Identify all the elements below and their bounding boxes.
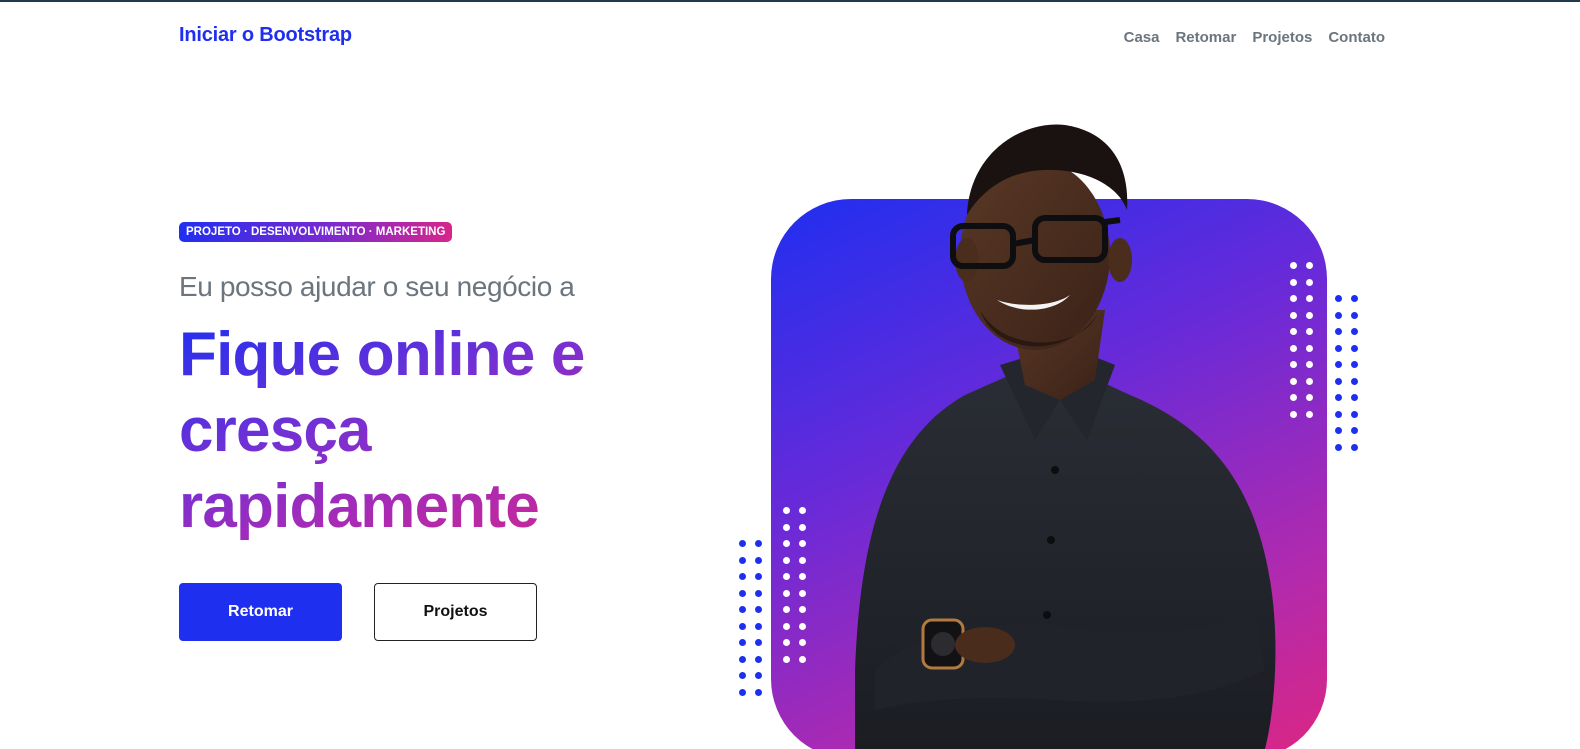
hero-buttons: Retomar Projetos [179,583,537,641]
brand-link[interactable]: Iniciar o Bootstrap [179,24,352,47]
retomar-button[interactable]: Retomar [179,583,342,641]
headline-line-2: cresça [179,396,371,465]
nav-links: Casa Retomar Projetos Contato [1124,29,1385,46]
nav-link-projetos[interactable]: Projetos [1252,29,1312,46]
headline-line-3: rapidamente [179,472,539,541]
nav-link-retomar[interactable]: Retomar [1175,29,1236,46]
hero-headline: Fique online e cresça rapidamente [179,317,639,545]
nav-link-contato[interactable]: Contato [1328,29,1385,46]
hero-subhead: Eu posso ajudar o seu negócio a [179,271,575,302]
navbar: Iniciar o Bootstrap Casa Retomar Projeto… [0,2,1580,72]
headline-line-1: Fique online e [179,320,585,389]
hero-badge: PROJETO · DESENVOLVIMENTO · MARKETING [179,222,453,242]
portrait-image [855,124,1276,749]
projetos-button[interactable]: Projetos [374,583,537,641]
hero-image-area [735,110,1375,749]
hero-text: PROJETO · DESENVOLVIMENTO · MARKETING Eu… [179,222,659,545]
nav-link-casa[interactable]: Casa [1124,29,1160,46]
